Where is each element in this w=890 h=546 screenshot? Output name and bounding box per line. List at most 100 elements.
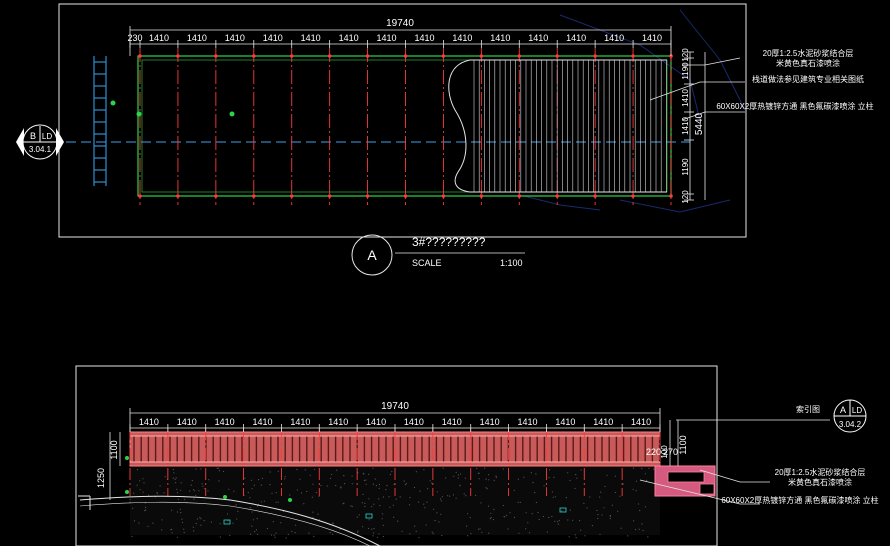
hatch-dot xyxy=(479,528,481,530)
hatch-dot xyxy=(170,529,172,531)
hatch-dot xyxy=(263,500,265,502)
hatch-dot xyxy=(180,511,182,514)
tree-symbol xyxy=(136,111,142,117)
elevation-segment-dimensions: 1410 1410 1410 1410 1410 1410 1410 1410 1410 1410… xyxy=(129,417,661,432)
hatch-dot xyxy=(525,528,527,530)
hatch-dot xyxy=(371,506,373,508)
hatch-dot xyxy=(619,495,621,497)
hatch-dot xyxy=(401,530,403,532)
hatch-dot xyxy=(131,535,133,538)
post-dot xyxy=(631,54,635,58)
hatch-dot xyxy=(441,496,443,498)
hatch-dot xyxy=(388,496,390,498)
hatch-dot xyxy=(486,488,488,490)
plan-segment-dimension: 1410 xyxy=(414,33,434,43)
hatch-dot xyxy=(455,471,457,473)
hatch-dot xyxy=(332,533,334,535)
post-dot xyxy=(479,54,484,58)
hatch-dot xyxy=(364,505,366,508)
hatch-dot xyxy=(457,474,459,476)
post-dot xyxy=(631,194,635,198)
hatch-dot xyxy=(200,518,202,520)
plan-deck-outline xyxy=(137,55,672,197)
elevation-segment-dimension: 1410 xyxy=(139,417,159,427)
hatch-dot xyxy=(171,532,173,534)
hatch-dot xyxy=(525,512,527,514)
hatch-dot xyxy=(254,531,256,533)
plan-segment-dimension: 1410 xyxy=(642,33,662,43)
hatch-dot xyxy=(291,530,293,533)
hatch-dot xyxy=(579,520,581,522)
hatch-dot xyxy=(601,514,603,516)
hatch-dot xyxy=(552,496,554,498)
elevation-segment-dimension: 1410 xyxy=(480,417,500,427)
hatch-dot xyxy=(330,473,333,475)
hatch-dot xyxy=(599,496,601,498)
hatch-dot xyxy=(379,504,381,507)
post-dot xyxy=(403,194,408,198)
hatch-dot xyxy=(530,472,532,474)
hatch-dot xyxy=(535,501,538,504)
elevation-annotation-1-line2: 米黄色真石漆喷涂 xyxy=(788,477,852,487)
hatch-dot xyxy=(208,479,210,481)
hatch-dot xyxy=(138,522,140,524)
hatch-dot xyxy=(389,473,391,476)
hatch-dot xyxy=(218,480,220,482)
hatch-dot xyxy=(467,513,469,515)
hatch-dot xyxy=(597,514,599,516)
hatch-dot xyxy=(179,508,181,510)
hatch-dot xyxy=(538,518,540,521)
hatch-dot xyxy=(644,473,647,475)
hatch-dot xyxy=(609,517,611,520)
hatch-dot xyxy=(567,472,569,474)
hatch-dot xyxy=(368,519,370,521)
plan-side-dimensions: 1201190141014101190120 xyxy=(681,48,694,204)
hatch-dot xyxy=(277,501,279,503)
hatch-dot xyxy=(174,478,176,480)
hatch-dot xyxy=(300,492,303,494)
hatch-dot xyxy=(418,536,420,538)
hatch-dot xyxy=(161,519,163,521)
plan-side-dimension: 1190 xyxy=(681,62,690,80)
hatch-dot xyxy=(329,532,331,534)
hatch-dot xyxy=(567,519,569,521)
hatch-dot xyxy=(614,475,616,477)
hatch-dot xyxy=(603,507,605,509)
hatch-dot xyxy=(299,478,301,480)
hatch-dot xyxy=(232,522,234,524)
hatch-dot xyxy=(199,517,201,519)
hatch-dot xyxy=(372,535,374,537)
hatch-dot xyxy=(235,504,237,506)
hatch-dot xyxy=(475,494,477,496)
hatch-dot xyxy=(296,468,298,471)
hatch-dot xyxy=(429,480,431,482)
hatch-dot xyxy=(392,504,394,506)
hatch-dot xyxy=(249,497,251,499)
hatch-dot xyxy=(569,509,571,511)
hatch-dot xyxy=(502,504,504,507)
hatch-dot xyxy=(269,484,271,486)
hatch-dot xyxy=(589,496,591,498)
hatch-dot xyxy=(574,534,577,536)
hatch-dot xyxy=(389,506,391,508)
hatch-dot xyxy=(575,537,577,539)
hatch-dot xyxy=(183,531,185,534)
hatch-dot xyxy=(418,501,420,503)
hatch-dot xyxy=(148,494,150,496)
hatch-dot xyxy=(523,476,525,478)
hatch-dot xyxy=(171,509,173,511)
hatch-dot xyxy=(343,475,345,477)
hatch-dot xyxy=(527,522,529,524)
hatch-dot xyxy=(481,531,483,533)
hatch-dot xyxy=(226,513,229,515)
hatch-dot xyxy=(489,518,491,520)
hatch-dot xyxy=(403,480,405,482)
hatch-dot xyxy=(635,480,638,482)
plan-segment-dimension: 1410 xyxy=(187,33,207,43)
hatch-dot xyxy=(433,508,435,510)
hatch-dot xyxy=(136,469,139,471)
hatch-dot xyxy=(583,502,585,504)
hatch-dot xyxy=(546,531,548,533)
plan-slats xyxy=(473,60,667,192)
hatch-dot xyxy=(136,484,138,486)
